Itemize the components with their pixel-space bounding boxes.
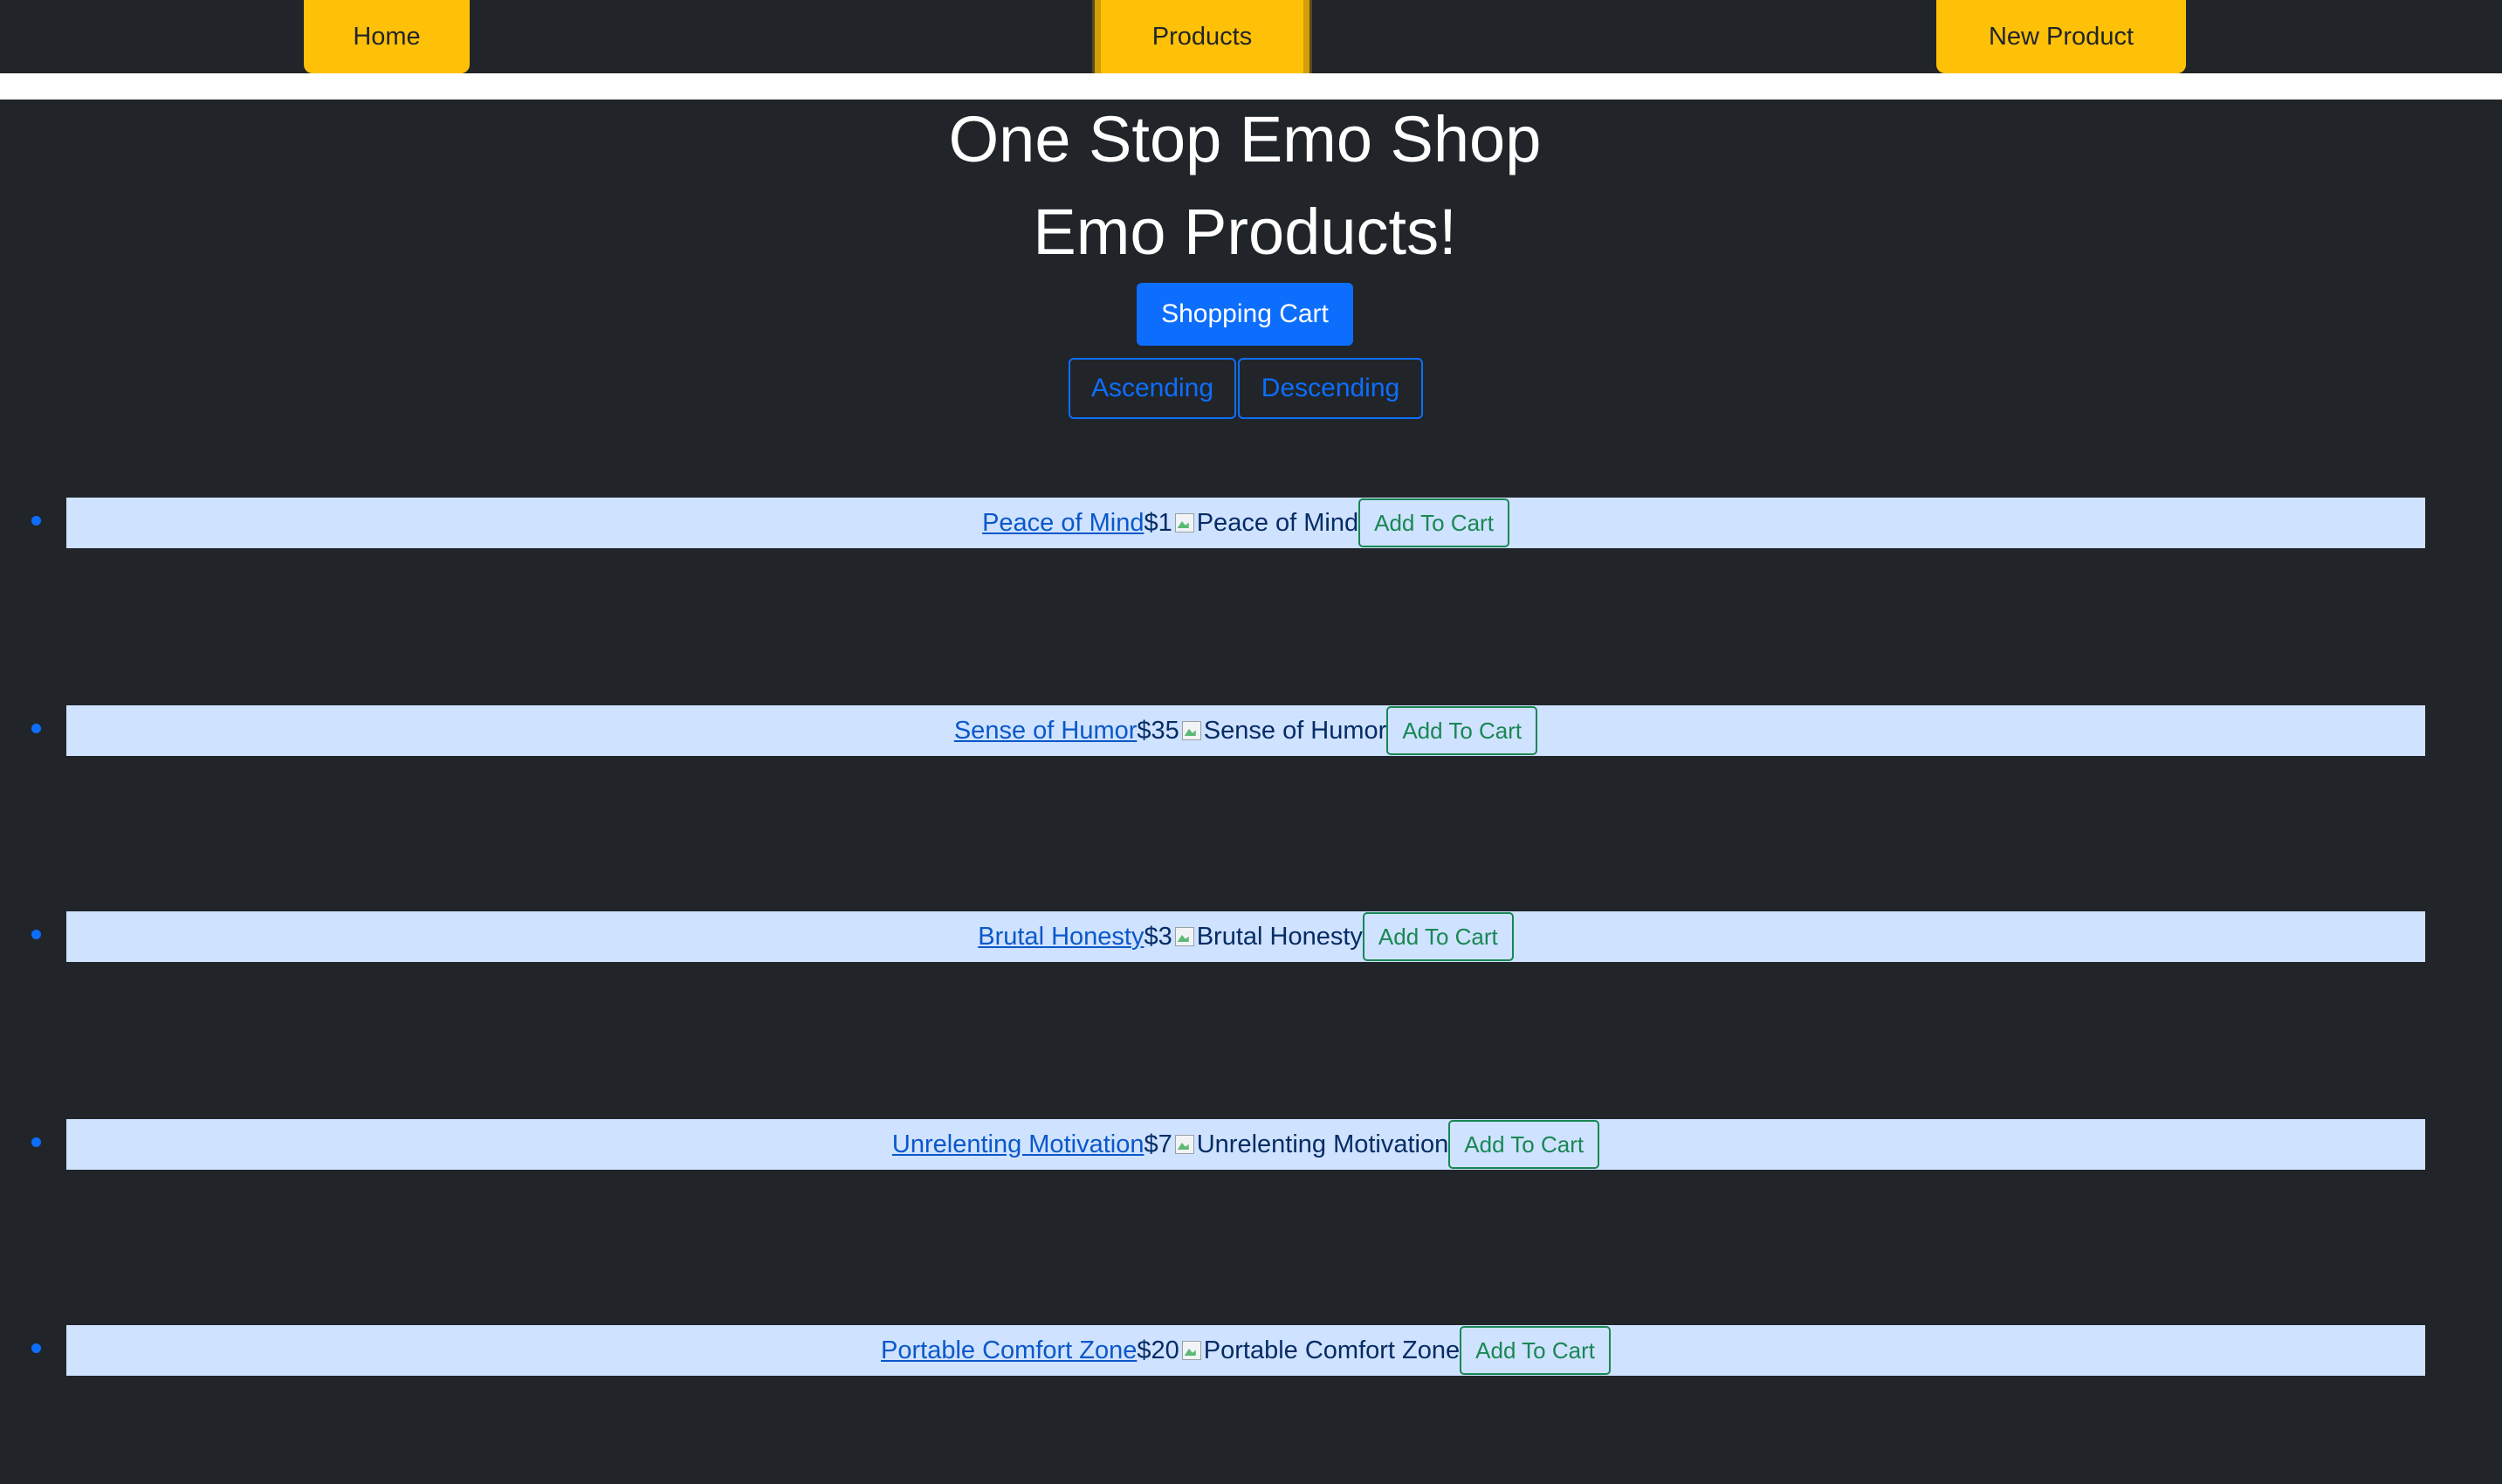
sort-button-group: Ascending Descending: [1069, 358, 1423, 419]
product-name-link[interactable]: Portable Comfort Zone: [881, 1336, 1137, 1365]
product-image-alt: Sense of Humor: [1203, 716, 1387, 745]
nav-new-product-button[interactable]: New Product: [1936, 0, 2186, 73]
shopping-cart-button[interactable]: Shopping Cart: [1137, 283, 1353, 346]
product-image: Peace of Mind: [1172, 509, 1358, 538]
list-item: Peace of Mind $1 Peace of Mind Add To Ca…: [31, 498, 2425, 548]
broken-image-icon: [1179, 718, 1204, 743]
nav-home-button[interactable]: Home: [304, 0, 470, 73]
add-to-cart-button[interactable]: Add To Cart: [1386, 706, 1538, 755]
product-image-alt: Peace of Mind: [1196, 508, 1359, 537]
add-to-cart-button[interactable]: Add To Cart: [1358, 498, 1509, 547]
product-name-link[interactable]: Sense of Humor: [954, 717, 1138, 745]
broken-image-icon: [1172, 1132, 1197, 1157]
broken-image-icon: [1179, 1338, 1204, 1363]
header-divider: [0, 73, 2502, 100]
product-price: $1: [1144, 508, 1172, 537]
product-name-link[interactable]: Peace of Mind: [982, 509, 1144, 538]
add-to-cart-button[interactable]: Add To Cart: [1448, 1120, 1600, 1169]
product-price: $3: [1144, 922, 1172, 951]
product-image: Brutal Honesty: [1172, 923, 1363, 952]
top-navbar: Home Products New Product: [0, 0, 2502, 80]
sort-descending-button[interactable]: Descending: [1238, 358, 1423, 419]
product-price: $7: [1144, 1130, 1172, 1158]
broken-image-icon: [1172, 924, 1197, 949]
add-to-cart-button[interactable]: Add To Cart: [1362, 912, 1514, 961]
list-bullet: [31, 1137, 41, 1147]
list-item: Brutal Honesty $3 Brutal Honesty Add To …: [31, 911, 2425, 962]
sort-ascending-button[interactable]: Ascending: [1069, 358, 1236, 419]
add-to-cart-button[interactable]: Add To Cart: [1460, 1326, 1611, 1375]
product-name-link[interactable]: Unrelenting Motivation: [892, 1130, 1144, 1159]
nav-products-button[interactable]: Products: [1095, 0, 1309, 80]
page-title: One Stop Emo Shop: [948, 103, 1542, 175]
product-price: $20: [1137, 1336, 1179, 1364]
product-image: Portable Comfort Zone: [1179, 1336, 1460, 1365]
product-image-alt: Brutal Honesty: [1196, 922, 1363, 951]
list-item: Sense of Humor $35 Sense of Humor Add To…: [31, 705, 2425, 756]
product-image: Sense of Humor: [1179, 716, 1387, 745]
broken-image-icon: [1172, 511, 1197, 535]
list-bullet: [31, 724, 41, 733]
product-image-alt: Unrelenting Motivation: [1196, 1130, 1449, 1158]
page-subtitle: Emo Products!: [1033, 196, 1457, 268]
list-item: Portable Comfort Zone $20 Portable Comfo…: [31, 1325, 2425, 1376]
list-bullet: [31, 1343, 41, 1353]
list-item: Unrelenting Motivation $7 Unrelenting Mo…: [31, 1119, 2425, 1170]
product-image: Unrelenting Motivation: [1172, 1130, 1449, 1159]
product-price: $35: [1137, 716, 1179, 745]
list-bullet: [31, 930, 41, 939]
product-image-alt: Portable Comfort Zone: [1203, 1336, 1461, 1364]
list-bullet: [31, 516, 41, 526]
product-name-link[interactable]: Brutal Honesty: [978, 923, 1144, 952]
